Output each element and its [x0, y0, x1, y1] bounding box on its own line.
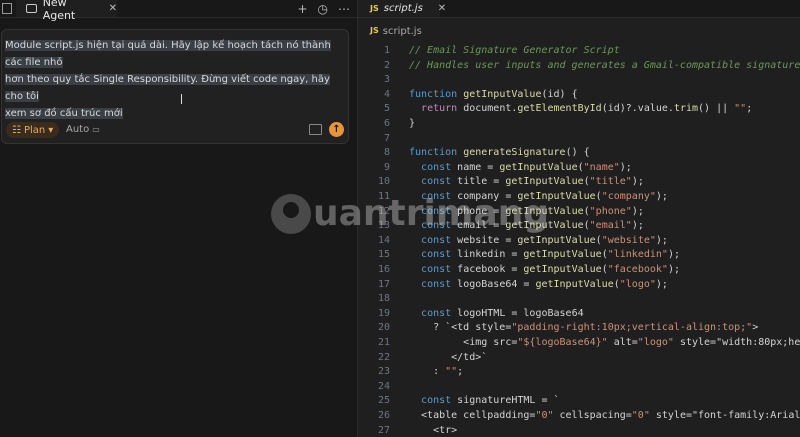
code-line[interactable]: <img src="${logoBase64}" alt="logo" styl… — [409, 337, 800, 348]
code-line[interactable]: const logoBase64 = getInputValue("logo")… — [409, 279, 668, 290]
more-icon[interactable]: ⋯ — [338, 2, 350, 16]
watermark-text: uantrimang — [313, 193, 550, 234]
tab-new-agent[interactable]: New Agent ✕ — [16, 0, 117, 22]
code-line[interactable]: return document.getElementById(id)?.valu… — [409, 103, 752, 114]
prompt-line: hơn theo quy tắc Single Responsibility. … — [5, 74, 330, 102]
tab-script-js[interactable]: JS script.js ✕ — [358, 0, 446, 17]
line-number: 22 — [377, 351, 390, 363]
editor-tab-bar: JS script.js ✕ — [358, 0, 800, 18]
breadcrumb[interactable]: JS script.js — [370, 26, 422, 37]
line-number: 21 — [377, 337, 390, 348]
line-number: 6 — [383, 118, 390, 129]
line-number: 2 — [383, 59, 390, 71]
lock-icon: ▭ — [92, 125, 100, 134]
code-line[interactable]: const website = getInputValue("website")… — [409, 235, 668, 246]
chat-icon — [26, 4, 37, 13]
watermark: uantrimang — [271, 193, 549, 234]
code-line[interactable]: function getInputValue(id) { — [409, 89, 578, 100]
line-number: 23 — [377, 366, 390, 378]
line-number: 3 — [383, 74, 390, 86]
prompt-line: Module script.js hiện tại quá dài. Hãy l… — [5, 40, 331, 68]
breadcrumb-file[interactable]: script.js — [383, 26, 422, 37]
line-number: 27 — [377, 424, 390, 436]
history-icon[interactable]: ◷ — [318, 2, 328, 16]
lightbulb-logo-icon — [271, 193, 311, 234]
line-number: 20 — [377, 322, 390, 334]
code-line[interactable]: <table cellpadding="0" cellspacing="0" s… — [409, 410, 800, 421]
code-line[interactable]: // Handles user inputs and generates a G… — [409, 60, 800, 71]
list-icon: ☷ — [12, 124, 21, 136]
model-selector[interactable]: Auto ▭ — [66, 124, 100, 135]
code-line[interactable]: : ""; — [409, 366, 463, 377]
agent-tab-bar: New Agent ✕ + ◷ ⋯ — [0, 0, 357, 22]
tab-label: New Agent — [42, 0, 76, 22]
model-label: Auto — [66, 124, 90, 135]
code-line[interactable]: const facebook = getInputValue("facebook… — [409, 264, 680, 275]
line-number: 24 — [377, 380, 390, 392]
line-number: 9 — [383, 161, 390, 173]
line-number: 16 — [377, 264, 390, 275]
js-file-icon: JS — [370, 26, 379, 35]
tab-label: script.js — [383, 3, 423, 14]
code-line[interactable]: const signatureHTML = ` — [409, 395, 559, 406]
agent-toolbar: + ◷ ⋯ — [297, 2, 350, 16]
line-number: 15 — [377, 249, 390, 261]
js-file-icon: JS — [370, 4, 379, 13]
code-line[interactable]: const title = getInputValue("title"); — [409, 176, 644, 187]
line-number: 18 — [377, 293, 390, 305]
sidebar-toggle-icon[interactable] — [2, 3, 12, 14]
code-line[interactable]: ? `<td style="padding-right:10px;vertica… — [409, 322, 758, 333]
code-line[interactable]: const linkedin = getInputValue("linkedin… — [409, 249, 680, 260]
text-cursor-icon — [181, 94, 186, 104]
line-number: 1 — [383, 45, 390, 56]
line-number: 14 — [377, 234, 390, 246]
mode-label: Plan — [23, 124, 46, 136]
line-number: 25 — [377, 395, 390, 407]
code-line[interactable]: <tr> — [409, 425, 457, 436]
code-line[interactable]: } — [409, 118, 415, 129]
line-number: 5 — [383, 103, 390, 115]
chevron-down-icon: ▾ — [48, 124, 54, 136]
line-number: 17 — [377, 278, 390, 290]
mode-dropdown[interactable]: ☷ Plan ▾ — [6, 122, 60, 138]
image-icon[interactable] — [309, 124, 322, 135]
prompt-line: xem sơ đồ cấu trúc mới — [5, 108, 123, 119]
prompt-text[interactable]: Module script.js hiện tại quá dài. Hãy l… — [5, 37, 345, 122]
close-icon[interactable]: ✕ — [438, 3, 446, 14]
prompt-composer[interactable]: Module script.js hiện tại quá dài. Hãy l… — [1, 29, 349, 144]
code-line[interactable]: // Email Signature Generator Script — [409, 45, 620, 56]
line-number: 19 — [377, 307, 390, 319]
send-button[interactable]: ↑ — [329, 122, 344, 137]
line-number: 4 — [383, 88, 390, 100]
code-line[interactable]: const name = getInputValue("name"); — [409, 162, 632, 173]
close-icon[interactable]: ✕ — [109, 3, 117, 14]
line-number: 10 — [377, 176, 390, 188]
line-number: 8 — [383, 147, 390, 159]
line-number: 7 — [383, 132, 390, 144]
code-line[interactable]: const logoHTML = logoBase64 — [409, 308, 584, 319]
line-number: 26 — [377, 410, 390, 421]
add-icon[interactable]: + — [297, 2, 307, 16]
code-line[interactable]: </td>` — [409, 352, 487, 363]
code-line[interactable]: function generateSignature() { — [409, 147, 590, 158]
